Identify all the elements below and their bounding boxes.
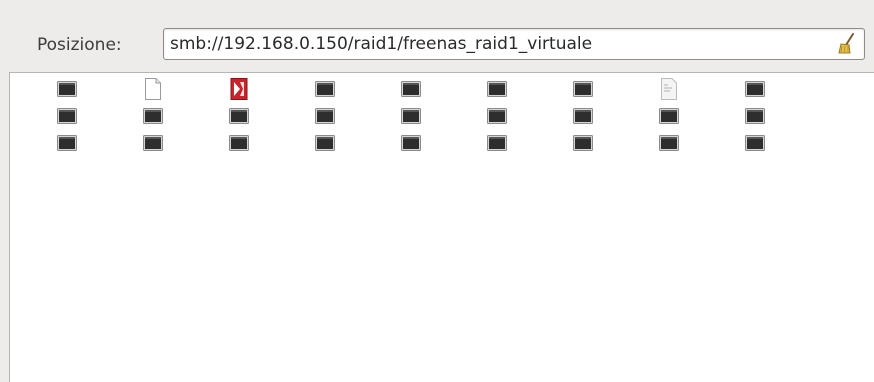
file-item[interactable] — [143, 133, 163, 153]
generic-file-icon — [487, 80, 507, 98]
file-item[interactable] — [573, 79, 593, 99]
file-item[interactable] — [143, 78, 163, 100]
generic-file-icon — [315, 80, 335, 98]
generic-file-icon — [315, 134, 335, 152]
generic-file-icon — [573, 107, 593, 125]
file-item[interactable] — [315, 79, 335, 99]
generic-file-icon — [487, 134, 507, 152]
file-item[interactable] — [745, 79, 765, 99]
generic-file-icon — [573, 80, 593, 98]
file-item[interactable] — [57, 79, 77, 99]
generic-file-icon — [229, 134, 249, 152]
file-item[interactable] — [487, 79, 507, 99]
location-input[interactable]: smb://192.168.0.150/raid1/freenas_raid1_… — [163, 28, 865, 60]
generic-file-icon — [57, 107, 77, 125]
file-item[interactable] — [315, 106, 335, 126]
file-item[interactable] — [573, 106, 593, 126]
generic-file-icon — [659, 107, 679, 125]
file-item[interactable] — [573, 133, 593, 153]
file-item[interactable] — [487, 106, 507, 126]
generic-file-icon — [229, 107, 249, 125]
location-bar: Posizione: smb://192.168.0.150/raid1/fre… — [0, 0, 874, 70]
file-item[interactable] — [57, 133, 77, 153]
generic-file-icon — [143, 134, 163, 152]
generic-file-icon — [401, 107, 421, 125]
generic-file-icon — [401, 134, 421, 152]
location-label: Posizione: — [37, 35, 122, 55]
generic-file-icon — [143, 107, 163, 125]
generic-file-icon — [57, 80, 77, 98]
file-item[interactable] — [659, 78, 679, 100]
file-item[interactable] — [229, 78, 249, 100]
file-icon-view[interactable] — [9, 72, 874, 382]
pdf-document-icon — [230, 78, 248, 100]
generic-file-icon — [659, 134, 679, 152]
file-item[interactable] — [401, 79, 421, 99]
file-item[interactable] — [57, 106, 77, 126]
file-item[interactable] — [745, 106, 765, 126]
text-document-icon — [144, 78, 162, 100]
generic-file-icon — [745, 80, 765, 98]
generic-file-icon — [401, 80, 421, 98]
file-item[interactable] — [487, 133, 507, 153]
file-item[interactable] — [401, 106, 421, 126]
generic-file-icon — [57, 134, 77, 152]
generic-file-icon — [573, 134, 593, 152]
generic-file-icon — [745, 107, 765, 125]
file-item[interactable] — [659, 133, 679, 153]
location-input-text[interactable]: smb://192.168.0.150/raid1/freenas_raid1_… — [170, 33, 592, 55]
file-item[interactable] — [659, 106, 679, 126]
file-item[interactable] — [229, 133, 249, 153]
file-item[interactable] — [401, 133, 421, 153]
broom-icon[interactable] — [836, 32, 858, 56]
file-item[interactable] — [229, 106, 249, 126]
file-item[interactable] — [143, 106, 163, 126]
file-item[interactable] — [745, 133, 765, 153]
generic-file-icon — [487, 107, 507, 125]
generic-file-icon — [745, 134, 765, 152]
file-item[interactable] — [315, 133, 335, 153]
generic-file-icon — [315, 107, 335, 125]
text-preview-icon — [660, 78, 678, 100]
